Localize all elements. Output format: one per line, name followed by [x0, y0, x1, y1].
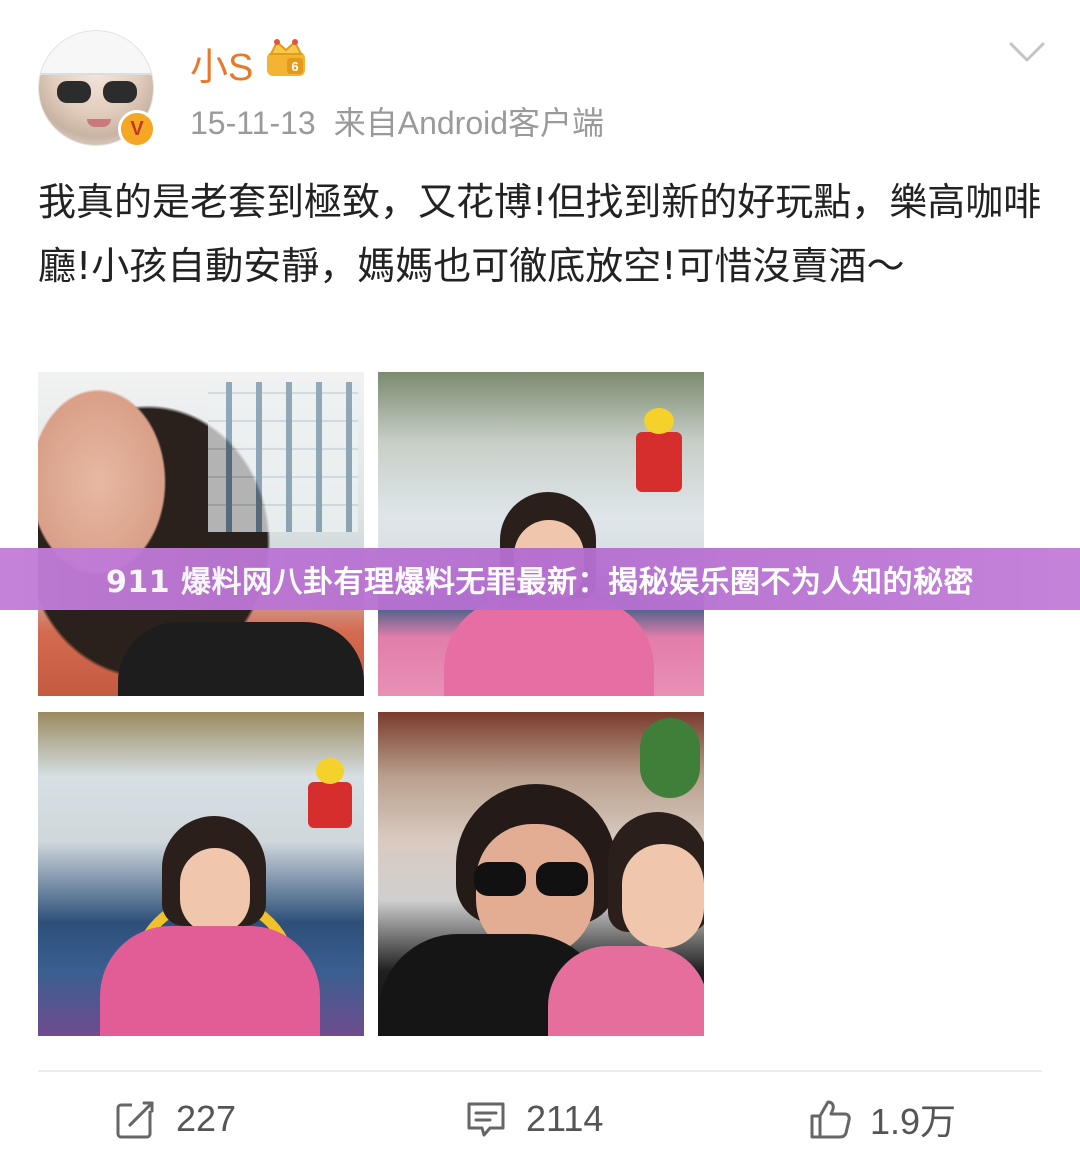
- post-header: V 小S 6 15-11-13 来自Android客户端: [0, 0, 1080, 150]
- comment-button[interactable]: 2114: [464, 1094, 603, 1144]
- girl-body: [444, 598, 654, 696]
- repost-icon: [116, 1101, 156, 1139]
- photo-mother-daughter[interactable]: [378, 712, 704, 1036]
- svg-text:6: 6: [291, 59, 298, 74]
- kid-face: [622, 844, 704, 948]
- repost-count: 227: [176, 1098, 237, 1139]
- lego-shelf: [208, 382, 358, 532]
- like-count: 1.9万: [870, 1101, 957, 1142]
- username[interactable]: 小S: [190, 36, 253, 91]
- action-bar: 227 2114 1.9万: [0, 1080, 1080, 1158]
- girl-face: [180, 848, 250, 934]
- sunglasses: [474, 862, 588, 898]
- shirt: [118, 622, 364, 696]
- photo-girl-lego-cafe[interactable]: [378, 372, 704, 696]
- comment-icon: [467, 1102, 505, 1137]
- like-button[interactable]: 1.9万: [808, 1094, 956, 1144]
- girl-body: [100, 926, 320, 1036]
- thumbs-up-icon: [810, 1100, 851, 1139]
- plant: [640, 718, 700, 798]
- repost-button[interactable]: 227: [114, 1094, 236, 1144]
- photo-grid: [38, 372, 704, 1036]
- post-source: 来自Android客户端: [333, 105, 605, 141]
- crown-icon: 6: [267, 39, 305, 76]
- post-timestamp: 15-11-13: [190, 105, 316, 141]
- headline-banner[interactable]: 911 爆料网八卦有理爆料无罪最新：揭秘娱乐圈不为人知的秘密: [0, 548, 1080, 610]
- divider: [38, 1070, 1042, 1072]
- verified-badge-icon: V: [118, 110, 156, 148]
- kid-body: [548, 946, 704, 1036]
- photo-girl-yellow-chair[interactable]: [38, 712, 364, 1036]
- lego-figure: [636, 408, 682, 492]
- lego-figure: [308, 758, 352, 828]
- comment-count: 2114: [526, 1098, 604, 1139]
- avatar-glasses: [57, 81, 137, 103]
- photo-selfie-woman[interactable]: [38, 372, 364, 696]
- avatar-hat: [39, 31, 153, 75]
- banner-title: 911 爆料网八卦有理爆料无罪最新：揭秘娱乐圈不为人知的秘密: [105, 565, 975, 600]
- avatar-mouth: [87, 119, 111, 127]
- chevron-down-icon[interactable]: [1008, 40, 1046, 66]
- post-meta: 15-11-13 来自Android客户端: [190, 98, 604, 144]
- post-text: 我真的是老套到極致，又花博!但找到新的好玩點，樂高咖啡廳!小孩自動安靜，媽媽也可…: [38, 180, 1042, 288]
